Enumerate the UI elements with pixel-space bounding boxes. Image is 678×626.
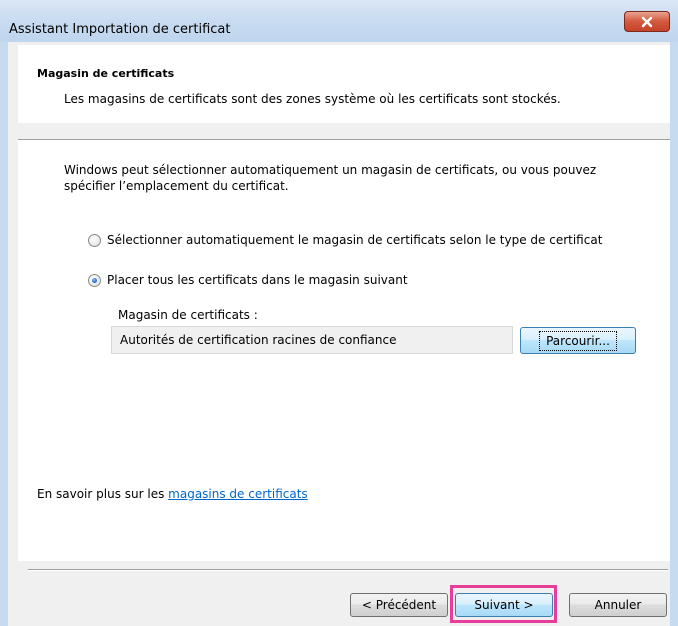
radio-auto-select[interactable] — [88, 233, 101, 247]
radio-place-all[interactable] — [88, 273, 101, 287]
browse-button-label[interactable]: Parcourir... — [539, 330, 617, 351]
close-button[interactable] — [624, 11, 670, 32]
window-frame-left — [0, 42, 8, 626]
place-in-store-option[interactable]: Placer tous les certificats dans le maga… — [88, 273, 408, 287]
learn-more-prefix: En savoir plus sur les — [37, 487, 169, 501]
certificate-import-wizard-window: Assistant Importation de certificat Maga… — [0, 0, 678, 626]
header-panel — [18, 45, 670, 123]
next-button-highlight — [450, 585, 557, 623]
previous-button[interactable]: < Précédent — [350, 593, 448, 617]
learn-more-text: En savoir plus sur les magasins de certi… — [37, 487, 308, 501]
radio-auto-select-label[interactable]: Sélectionner automatiquement le magasin … — [107, 233, 602, 247]
learn-more-link[interactable]: magasins de certificats — [168, 487, 308, 501]
browse-button[interactable]: Parcourir... — [520, 327, 636, 354]
page-title: Magasin de certificats — [37, 67, 175, 80]
auto-select-store-option[interactable]: Sélectionner automatiquement le magasin … — [88, 233, 602, 247]
cancel-button[interactable]: Annuler — [569, 593, 667, 617]
certificate-store-label: Magasin de certificats : — [118, 308, 258, 322]
radio-place-all-label[interactable]: Placer tous les certificats dans le maga… — [107, 273, 408, 287]
page-description: Les magasins de certificats sont des zon… — [64, 92, 561, 106]
close-icon — [641, 16, 653, 27]
title-bar[interactable]: Assistant Importation de certificat — [0, 0, 678, 42]
certificate-store-field[interactable]: Autorités de certification racines de co… — [111, 326, 513, 354]
instructions-text: Windows peut sélectionner automatiquemen… — [64, 163, 597, 193]
window-frame-right — [670, 42, 678, 626]
window-title: Assistant Importation de certificat — [9, 22, 231, 37]
